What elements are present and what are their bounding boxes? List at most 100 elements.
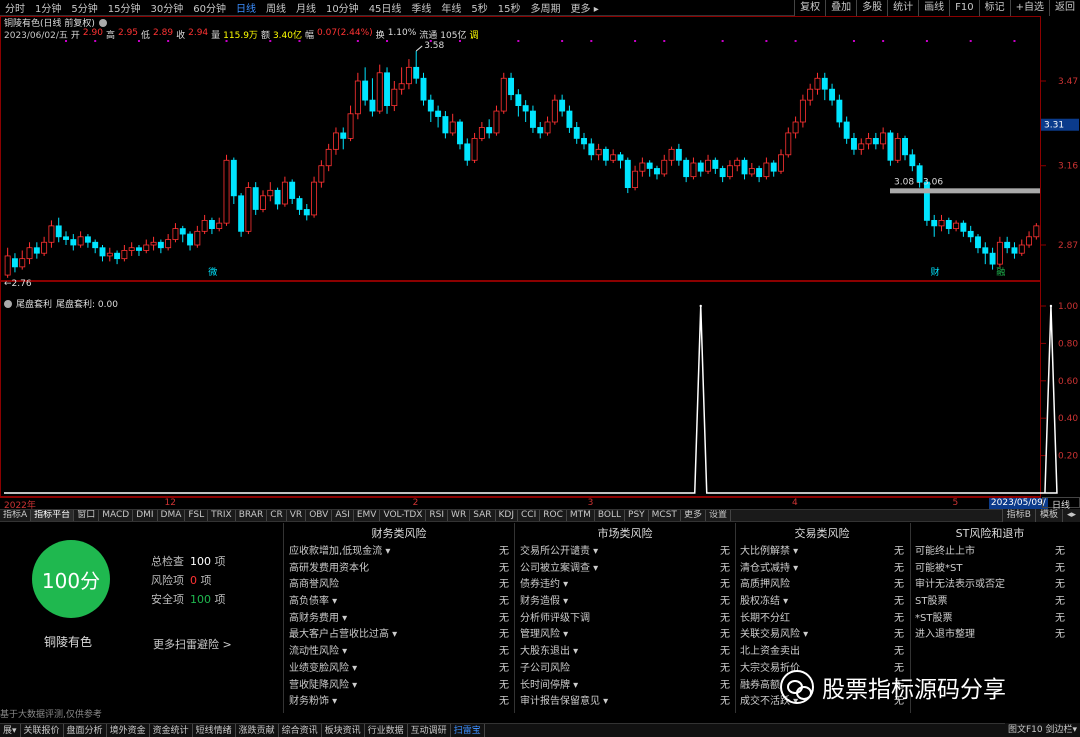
- bottom-tab[interactable]: 资金统计: [150, 724, 193, 737]
- event-marker[interactable]: 融: [996, 267, 1005, 278]
- indicator-tab[interactable]: VR: [287, 510, 307, 521]
- period-tab[interactable]: 周线: [261, 0, 291, 15]
- chart-area[interactable]: 3.473.162.873.313.08 - 3.063.58←2.76微财融$…: [0, 16, 1080, 497]
- indicator-tab[interactable]: ASI: [332, 510, 354, 521]
- indicator-tab[interactable]: EMV: [354, 510, 381, 521]
- indicator-tab[interactable]: MCST: [649, 510, 681, 521]
- risk-item[interactable]: 审计无法表示或否定 无: [912, 575, 1068, 592]
- indicator-tab[interactable]: 窗口: [74, 510, 100, 521]
- risk-item[interactable]: 债券违约 ▾ 无: [517, 575, 733, 592]
- risk-item[interactable]: 大股东退出 ▾ 无: [517, 642, 733, 659]
- period-tab[interactable]: 60分钟: [188, 0, 231, 15]
- period-tab[interactable]: 5分钟: [66, 0, 102, 15]
- bottom-tab[interactable]: 行业数据: [365, 724, 408, 737]
- period-tab[interactable]: 30分钟: [145, 0, 188, 15]
- risk-item[interactable]: 财务造假 ▾ 无: [517, 592, 733, 609]
- bottom-tab[interactable]: 关联报价: [21, 724, 64, 737]
- risk-item[interactable]: 进入退市整理 无: [912, 625, 1068, 642]
- indicator-tab[interactable]: WR: [448, 510, 471, 521]
- period-tab[interactable]: 5秒: [466, 0, 492, 15]
- bottom-tab[interactable]: 境外资金: [107, 724, 150, 737]
- chart-tool-button[interactable]: 画线: [918, 0, 949, 16]
- indicator-tab[interactable]: KDJ: [496, 510, 518, 521]
- event-marker[interactable]: 微: [208, 266, 217, 278]
- indicator-tab[interactable]: 设置: [706, 510, 731, 521]
- indicator-tab[interactable]: DMA: [158, 510, 186, 521]
- indicator-tab[interactable]: MTM: [567, 510, 595, 521]
- risk-item[interactable]: 审计报告保留意见 ▾ 无: [517, 692, 733, 709]
- bottom-tab[interactable]: 盘面分析: [64, 724, 107, 737]
- more-scan-link[interactable]: 更多扫雷避险 >: [153, 636, 232, 652]
- period-tab[interactable]: 日线: [231, 0, 261, 15]
- chart-tool-button[interactable]: F10: [949, 0, 978, 16]
- risk-item[interactable]: 管理风险 ▾ 无: [517, 625, 733, 642]
- indicator-tab[interactable]: DMI: [133, 510, 158, 521]
- chart-tool-button[interactable]: 复权: [794, 0, 825, 16]
- risk-item[interactable]: 高质押风险 无: [737, 575, 907, 592]
- period-tab[interactable]: 45日线: [364, 0, 407, 15]
- risk-item[interactable]: 公司被立案调查 ▾ 无: [517, 559, 733, 576]
- period-tab[interactable]: 15秒: [493, 0, 526, 15]
- indicator-tab-right[interactable]: ◂▸: [1061, 509, 1080, 522]
- period-tab[interactable]: 更多 ▸: [566, 0, 604, 15]
- risk-item[interactable]: 可能被*ST 无: [912, 559, 1068, 576]
- indicator-tab[interactable]: BRAR: [236, 510, 268, 521]
- bottom-tab[interactable]: 综合资讯: [279, 724, 322, 737]
- indicator-tab[interactable]: OBV: [306, 510, 333, 521]
- indicator-tab-right[interactable]: 模板: [1034, 509, 1062, 522]
- indicator-tab[interactable]: ROC: [540, 510, 567, 521]
- bottom-tab[interactable]: 展▾: [0, 724, 21, 737]
- bottom-tab[interactable]: 板块资讯: [322, 724, 365, 737]
- indicator-tab[interactable]: MACD: [99, 510, 134, 521]
- chart-tool-button[interactable]: 叠加: [825, 0, 856, 16]
- risk-item[interactable]: 高财务费用 ▾ 无: [286, 609, 512, 626]
- risk-item[interactable]: 分析师评级下调 无: [517, 609, 733, 626]
- period-tab[interactable]: 1分钟: [30, 0, 66, 15]
- risk-item[interactable]: 高商誉风险 无: [286, 575, 512, 592]
- risk-item[interactable]: ST股票 无: [912, 592, 1068, 609]
- risk-item[interactable]: 最大客户占营收比过高 ▾ 无: [286, 625, 512, 642]
- risk-item[interactable]: 流动性风险 ▾ 无: [286, 642, 512, 659]
- chart-tool-button[interactable]: 标记: [978, 0, 1010, 16]
- indicator-tab[interactable]: 更多: [681, 510, 706, 521]
- risk-item[interactable]: 高负债率 ▾ 无: [286, 592, 512, 609]
- bottom-tab[interactable]: 互动调研: [408, 724, 451, 737]
- chart-tool-button[interactable]: 多股: [856, 0, 887, 16]
- risk-item[interactable]: 交易所公开谴责 ▾ 无: [517, 542, 733, 559]
- period-tab[interactable]: 15分钟: [103, 0, 146, 15]
- indicator-tab[interactable]: TRIX: [208, 510, 236, 521]
- period-tab[interactable]: 季线: [406, 0, 436, 15]
- risk-item[interactable]: 应收款增加,低现金流 ▾ 无: [286, 542, 512, 559]
- chart-tool-button[interactable]: 统计: [887, 0, 918, 16]
- indicator-tab-right[interactable]: 指标B: [1001, 509, 1035, 522]
- indicator-tab[interactable]: BOLL: [595, 510, 626, 521]
- risk-item[interactable]: 业绩变脸风险 ▾ 无: [286, 659, 512, 676]
- risk-item[interactable]: 财务粉饰 ▾ 无: [286, 692, 512, 709]
- indicator-tab[interactable]: PSY: [625, 510, 649, 521]
- risk-item[interactable]: 长时间停牌 ▾ 无: [517, 676, 733, 693]
- bottom-tab[interactable]: 短线情绪: [193, 724, 236, 737]
- risk-item[interactable]: 长期不分红 无: [737, 609, 907, 626]
- risk-item[interactable]: 北上资金卖出 无: [737, 642, 907, 659]
- indicator-tab[interactable]: CR: [267, 510, 287, 521]
- risk-item[interactable]: 营收陡降风险 ▾ 无: [286, 676, 512, 693]
- indicator-tab[interactable]: 指标平台: [31, 510, 75, 521]
- indicator-tab[interactable]: FSL: [185, 510, 209, 521]
- indicator-tab[interactable]: 指标A: [0, 510, 32, 521]
- period-tab[interactable]: 年线: [436, 0, 466, 15]
- indicator-tab[interactable]: CCI: [518, 510, 541, 521]
- indicator-tab[interactable]: RSI: [426, 510, 449, 521]
- risk-item[interactable]: *ST股票 无: [912, 609, 1068, 626]
- indicator-tab[interactable]: VOL-TDX: [380, 510, 427, 521]
- period-tab[interactable]: 分时: [0, 0, 30, 15]
- risk-item[interactable]: 大比例解禁 ▾ 无: [737, 542, 907, 559]
- event-marker[interactable]: 财: [931, 266, 940, 278]
- bottom-tab[interactable]: 扫雷宝: [451, 724, 485, 737]
- risk-item[interactable]: 高研发费用资本化 无: [286, 559, 512, 576]
- risk-item[interactable]: 清仓式减持 ▾ 无: [737, 559, 907, 576]
- risk-item[interactable]: 子公司风险 无: [517, 659, 733, 676]
- risk-item[interactable]: 关联交易风险 ▾ 无: [737, 625, 907, 642]
- indicator-tab[interactable]: SAR: [470, 510, 496, 521]
- chart-tool-button[interactable]: 返回: [1049, 0, 1080, 16]
- period-tab[interactable]: 月线: [291, 0, 321, 15]
